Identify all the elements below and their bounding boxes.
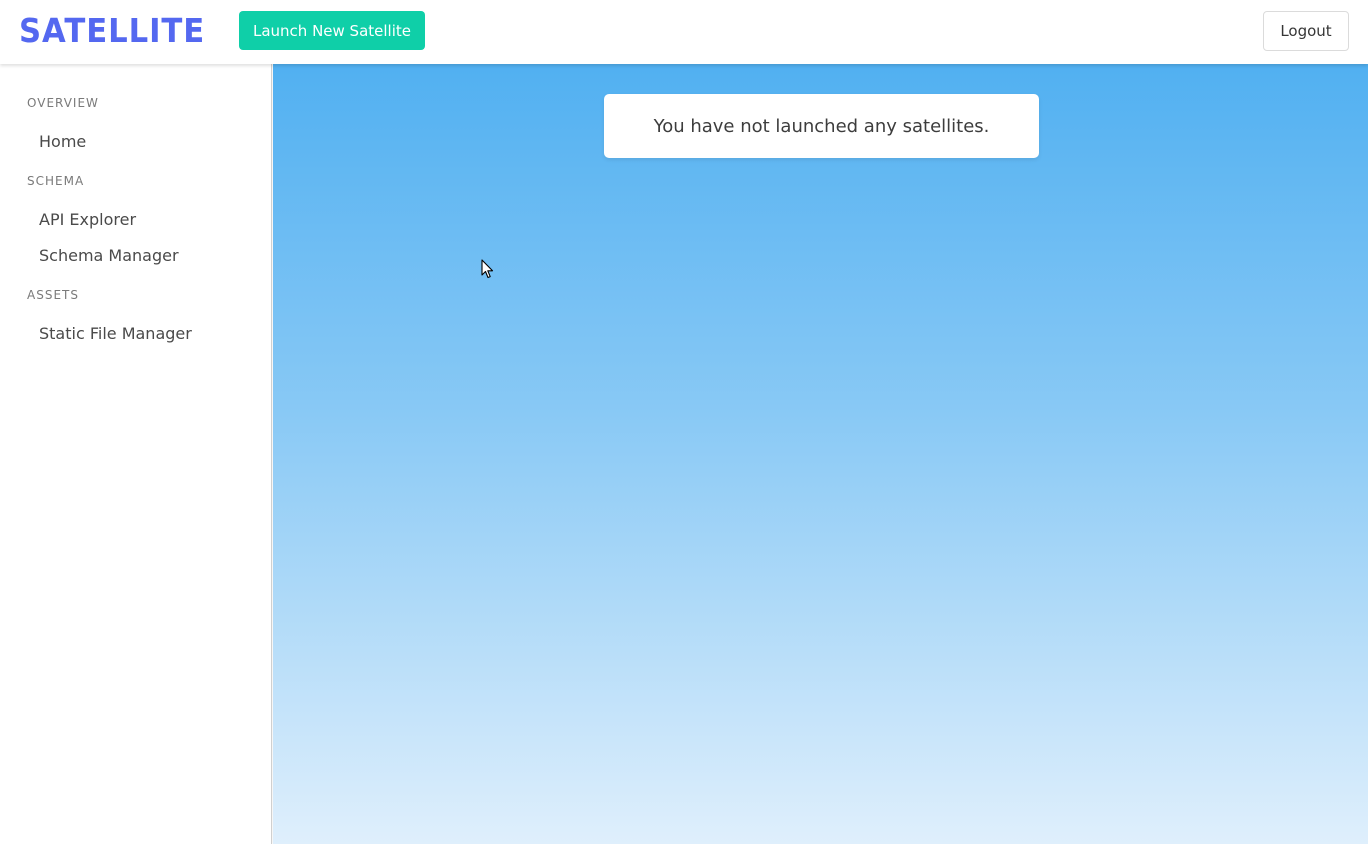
app-logo[interactable]: SATELLITE (19, 11, 205, 51)
sidebar-section-assets: ASSETS (27, 288, 79, 302)
sidebar: OVERVIEW Home SCHEMA API Explorer Schema… (0, 64, 272, 844)
mouse-pointer-icon (481, 259, 494, 279)
empty-state-notice: You have not launched any satellites. (604, 94, 1039, 158)
top-navbar: SATELLITE Launch New Satellite Logout (0, 0, 1368, 64)
sidebar-item-schema-manager[interactable]: Schema Manager (27, 239, 257, 271)
main-content: You have not launched any satellites. (273, 64, 1368, 844)
sidebar-item-api-explorer[interactable]: API Explorer (27, 203, 257, 235)
sidebar-section-schema: SCHEMA (27, 174, 85, 188)
sidebar-item-static-file-manager[interactable]: Static File Manager (27, 317, 257, 349)
logout-button[interactable]: Logout (1263, 11, 1349, 51)
sidebar-item-home[interactable]: Home (27, 125, 257, 157)
empty-state-message: You have not launched any satellites. (653, 115, 990, 137)
sidebar-section-overview: OVERVIEW (27, 96, 99, 110)
launch-new-satellite-button[interactable]: Launch New Satellite (239, 11, 425, 50)
